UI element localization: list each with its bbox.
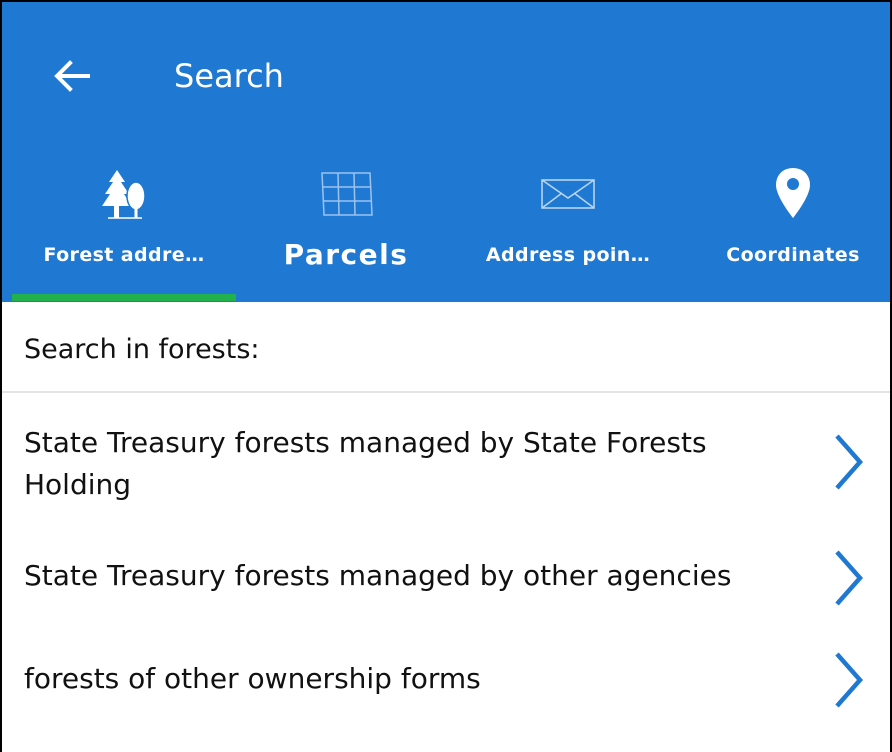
- tab-parcels[interactable]: Parcels: [236, 152, 456, 302]
- divider: [2, 391, 890, 393]
- envelope-icon: [541, 179, 595, 209]
- list-item-state-forests-holding[interactable]: State Treasury forests managed by State …: [2, 416, 890, 520]
- list-item-label: State Treasury forests managed by State …: [24, 426, 707, 501]
- section-heading: Search in forests:: [24, 334, 260, 365]
- list-item-other-agencies[interactable]: State Treasury forests managed by other …: [2, 540, 890, 620]
- list-item-label: forests of other ownership forms: [24, 662, 481, 695]
- tab-label: Parcels: [283, 238, 409, 271]
- trees-icon: [102, 170, 146, 219]
- parcel-grid-icon: [321, 172, 373, 216]
- app-bar: Search Forest addre… Parcels Address poi…: [2, 2, 890, 302]
- tab-address-points[interactable]: Address poin…: [456, 152, 680, 302]
- chevron-right-icon: [835, 550, 864, 606]
- app-screen: Search Forest addre… Parcels Address poi…: [0, 0, 892, 752]
- map-pin-icon: [776, 168, 810, 218]
- selected-tab-indicator: [12, 294, 236, 301]
- list-item-label: State Treasury forests managed by other …: [24, 559, 732, 592]
- chevron-right-icon: [835, 434, 864, 490]
- page-title: Search: [174, 57, 284, 95]
- list-item-other-ownership[interactable]: forests of other ownership forms: [2, 642, 890, 722]
- tab-bar: Forest addre… Parcels Address poin… Coor…: [2, 152, 890, 302]
- tab-label: Coordinates: [726, 244, 860, 266]
- tab-label: Forest addre…: [43, 244, 205, 266]
- chevron-right-icon: [835, 652, 864, 708]
- tab-label: Address poin…: [485, 244, 651, 266]
- arrow-left-icon: [54, 60, 90, 92]
- tab-forest-address[interactable]: Forest addre…: [12, 152, 236, 302]
- tab-coordinates[interactable]: Coordinates: [698, 152, 888, 302]
- back-button[interactable]: [48, 52, 96, 100]
